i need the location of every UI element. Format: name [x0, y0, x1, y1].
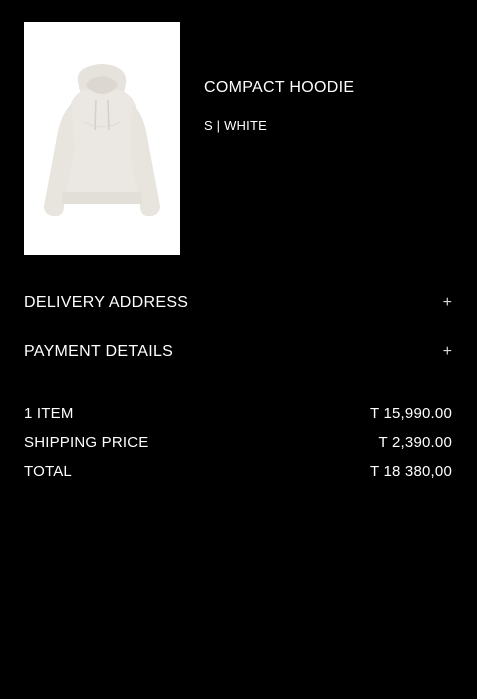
hoodie-illustration — [24, 22, 180, 255]
plus-icon[interactable]: + — [442, 344, 452, 360]
delivery-address-section[interactable]: DELIVERY ADDRESS + — [24, 292, 452, 314]
items-value: T 15,990.00 — [370, 405, 452, 422]
shipping-value: T 2,390.00 — [378, 434, 452, 451]
product-variant: S | WHITE — [204, 118, 267, 133]
total-label: TOTAL — [24, 463, 72, 480]
product-image[interactable] — [24, 22, 180, 255]
shipping-label: SHIPPING PRICE — [24, 434, 149, 451]
items-row: 1 ITEM T 15,990.00 — [24, 404, 452, 433]
payment-details-title: PAYMENT DETAILS — [24, 343, 174, 360]
shipping-row: SHIPPING PRICE T 2,390.00 — [24, 433, 452, 462]
product-info: COMPACT HOODIE S | WHITE — [204, 78, 454, 134]
plus-icon[interactable]: + — [442, 295, 452, 311]
total-value: T 18 380,00 — [370, 463, 452, 480]
delivery-address-title: DELIVERY ADDRESS — [24, 294, 189, 311]
order-summary: 1 ITEM T 15,990.00 SHIPPING PRICE T 2,39… — [24, 404, 452, 491]
items-label: 1 ITEM — [24, 405, 74, 422]
payment-details-section[interactable]: PAYMENT DETAILS + — [24, 341, 452, 363]
product-name[interactable]: COMPACT HOODIE — [204, 78, 454, 98]
total-row: TOTAL T 18 380,00 — [24, 462, 452, 491]
